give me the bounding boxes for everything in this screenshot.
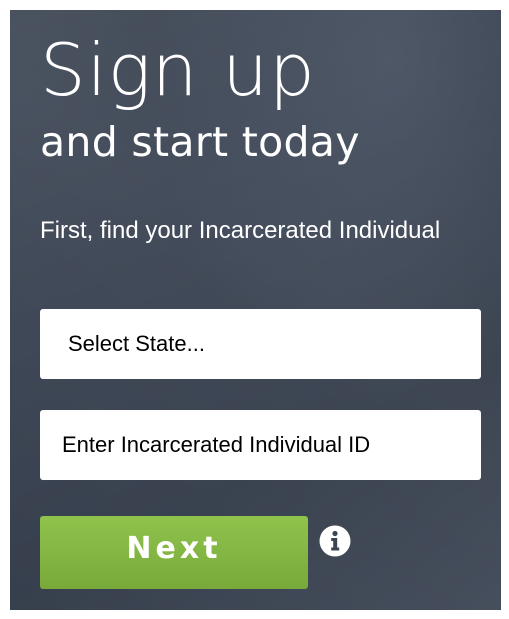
signup-panel: Sign up and start today First, find your… (10, 10, 501, 610)
page-subtitle: and start today (40, 118, 360, 166)
page-title: Sign up (40, 28, 316, 112)
individual-id-input[interactable] (40, 410, 481, 480)
state-select-value: Select State... (68, 331, 205, 356)
next-button[interactable]: Next (40, 516, 308, 589)
info-icon[interactable] (318, 524, 352, 558)
find-individual-prompt: First, find your Incarcerated Individual (40, 217, 441, 244)
state-select[interactable]: Select State... (40, 309, 481, 379)
